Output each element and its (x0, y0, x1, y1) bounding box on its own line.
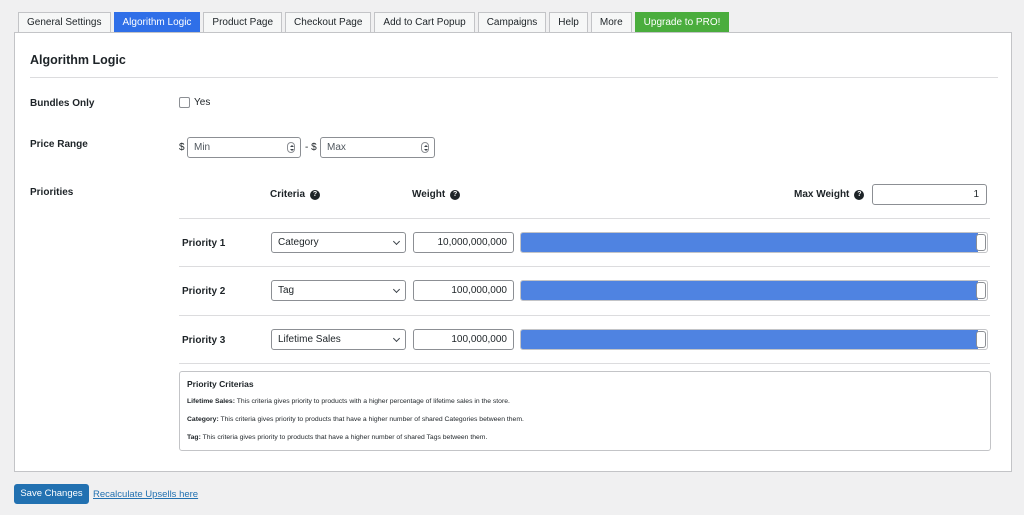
priority-1-slider-handle[interactable] (976, 234, 986, 251)
max-weight-input[interactable]: 1 (872, 184, 987, 205)
question-circle-icon[interactable]: ? (854, 190, 865, 200)
priority-3-weight-input[interactable]: 100,000,000 (413, 329, 514, 350)
priority-criterias-box: Priority Criterias Lifetime Sales: This … (179, 371, 991, 451)
tab-general-settings[interactable]: General Settings (18, 12, 111, 33)
max-price-placeholder: Max (327, 142, 346, 153)
recalculate-upsells-link[interactable]: Recalculate Upsells here (93, 489, 198, 500)
tab-more[interactable]: More (590, 12, 632, 33)
section-title: Algorithm Logic (30, 53, 126, 67)
bundles-only-checkbox[interactable] (179, 97, 190, 108)
question-circle-icon[interactable]: ? (450, 190, 461, 200)
criteria-description-category: Category: This criteria gives priority t… (187, 416, 524, 423)
tab-algorithm-logic[interactable]: Algorithm Logic (113, 12, 201, 33)
priority-2-criteria-value: Tag (278, 285, 295, 296)
priority-1-weight-slider[interactable] (520, 232, 988, 253)
criteria-text: This criteria gives priority to products… (234, 398, 510, 405)
priority-2-weight-slider[interactable] (520, 280, 988, 301)
bundles-only-label: Bundles Only (30, 98, 95, 109)
criteria-description-lifetime-sales: Lifetime Sales: This criteria gives prio… (187, 398, 510, 405)
criteria-name: Category: (187, 416, 219, 423)
priority-1-criteria-value: Category (278, 237, 319, 248)
criteria-name: Tag: (187, 434, 201, 441)
question-circle-icon[interactable]: ? (310, 190, 321, 200)
priority-2-weight-input[interactable]: 100,000,000 (413, 280, 514, 301)
chevron-down-icon (392, 237, 401, 246)
min-price-placeholder: Min (194, 142, 211, 153)
title-divider (30, 77, 998, 78)
number-spinner-icon[interactable] (421, 142, 429, 153)
criteria-header: Criteria? (270, 189, 321, 200)
priority-divider (179, 363, 990, 364)
priority-3-slider-handle[interactable] (976, 331, 986, 348)
weight-header-text: Weight (412, 189, 446, 200)
priority-divider (179, 315, 990, 316)
priority-2-label: Priority 2 (182, 286, 226, 297)
tab-checkout-page[interactable]: Checkout Page (285, 12, 372, 33)
priority-2-slider-handle[interactable] (976, 282, 986, 299)
priority-2-slider-fill (521, 281, 978, 300)
number-spinner-icon[interactable] (287, 142, 295, 153)
settings-panel: Algorithm Logic Bundles Only Yes Price R… (14, 32, 1012, 472)
min-currency-symbol: $ (179, 142, 185, 153)
criteria-header-text: Criteria (270, 189, 306, 200)
tab-campaigns[interactable]: Campaigns (477, 12, 547, 33)
priority-1-weight-input[interactable]: 10,000,000,000 (413, 232, 514, 253)
tab-product-page[interactable]: Product Page (203, 12, 283, 33)
priority-3-criteria-value: Lifetime Sales (278, 334, 341, 345)
priority-3-criteria-select[interactable]: Lifetime Sales (271, 329, 406, 350)
max-price-input[interactable]: Max (320, 137, 435, 158)
min-price-input[interactable]: Min (187, 137, 301, 158)
priority-1-slider-fill (521, 233, 978, 252)
max-weight-header-text: Max Weight (794, 189, 850, 200)
priority-divider (179, 266, 990, 267)
criteria-text: This criteria gives priority to products… (200, 434, 488, 441)
criteria-name: Lifetime Sales: (187, 398, 235, 405)
criteria-text: This criteria gives priority to products… (218, 416, 524, 423)
bundles-only-checkbox-label[interactable]: Yes (194, 97, 210, 108)
priority-1-criteria-select[interactable]: Category (271, 232, 406, 253)
max-weight-header: Max Weight? (794, 189, 865, 200)
weight-header: Weight? (412, 189, 461, 200)
priority-1-label: Priority 1 (182, 238, 226, 249)
settings-tabs: General Settings Algorithm Logic Product… (18, 12, 730, 33)
price-range-label: Price Range (30, 139, 88, 150)
priority-criterias-title: Priority Criterias (187, 379, 254, 389)
chevron-down-icon (392, 285, 401, 294)
chevron-down-icon (392, 334, 401, 343)
priority-3-slider-fill (521, 330, 978, 349)
tab-help[interactable]: Help (549, 12, 588, 33)
priority-3-weight-slider[interactable] (520, 329, 988, 350)
priority-divider (179, 218, 990, 219)
criteria-description-tag: Tag: This criteria gives priority to pro… (187, 434, 487, 441)
priority-3-label: Priority 3 (182, 335, 226, 346)
priority-2-criteria-select[interactable]: Tag (271, 280, 406, 301)
price-separator: - $ (305, 142, 317, 153)
save-changes-button[interactable]: Save Changes (14, 484, 89, 504)
priorities-label: Priorities (30, 187, 74, 198)
tab-add-to-cart-popup[interactable]: Add to Cart Popup (374, 12, 475, 33)
tab-upgrade-to-pro[interactable]: Upgrade to PRO! (634, 12, 730, 33)
